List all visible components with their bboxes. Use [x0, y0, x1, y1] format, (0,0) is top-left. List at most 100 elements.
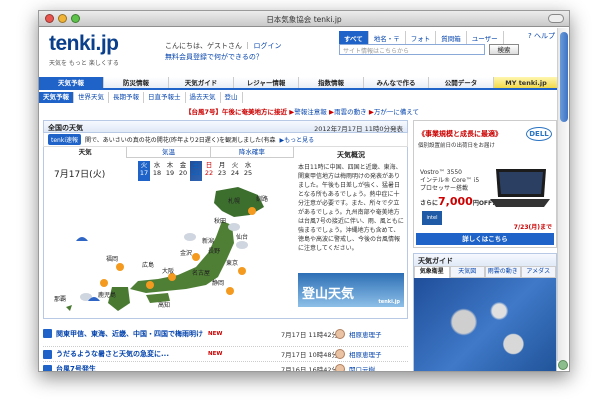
- tab-satellite[interactable]: 気象衛星: [414, 266, 450, 278]
- login-link[interactable]: ログイン: [253, 42, 281, 50]
- ad-cpu: インテル® Core™ i5: [420, 177, 480, 184]
- subnav-forecaster[interactable]: 日直予報士: [144, 92, 186, 103]
- tab-weather[interactable]: 天気: [44, 147, 128, 158]
- article-title[interactable]: 関東甲信、東海、近畿、中国・四国で梅雨明け: [56, 329, 206, 339]
- subnav-world[interactable]: 世界天気: [74, 92, 109, 103]
- city-label: 大阪: [162, 267, 174, 275]
- tab-precipitation[interactable]: 降水確率: [210, 147, 294, 158]
- toolbar-toggle-button[interactable]: [548, 14, 564, 23]
- intel-badge: intel: [422, 211, 442, 225]
- ad-price: さらに7,000円OFF!: [420, 195, 495, 208]
- alert-label: 【台風7号】午後に奄美地方に接近: [185, 108, 288, 116]
- city-label: 鹿児島: [98, 291, 116, 299]
- ad-deadline: 7/23(月)まで: [513, 224, 552, 231]
- ad-details-button[interactable]: 詳しくはこちら: [416, 233, 554, 245]
- nav-index[interactable]: 指数情報: [299, 77, 364, 88]
- weather-panel: 天気 気温 降水確率 7月17日(火) 火 17 水 18 木 19 金 20 土 21 …: [43, 147, 408, 319]
- author-name[interactable]: 相原恵理子: [349, 349, 382, 359]
- subnav-longrange[interactable]: 長期予報: [109, 92, 144, 103]
- main-column: 全国の天気 2012年7月17日 11時0分発表 tenki速報 関で、あいさい…: [43, 120, 408, 371]
- nav-disaster[interactable]: 防災情報: [104, 77, 169, 88]
- author-avatar: [335, 328, 345, 339]
- article-title[interactable]: 台風7号発生: [56, 364, 206, 371]
- nav-community[interactable]: みんなで作る: [364, 77, 429, 88]
- nav-forecast[interactable]: 天気予報: [39, 77, 104, 88]
- search-tab-all[interactable]: すべて: [339, 31, 369, 45]
- search-tab-qa[interactable]: 質問箱: [436, 31, 467, 45]
- new-badge: NEW: [208, 330, 223, 337]
- subnav-forecast[interactable]: 天気予報: [39, 92, 74, 103]
- news-ticker: tenki速報 関で、あいさいの真の花の開花(昨年より2日遅く)を観測しました(…: [43, 133, 408, 147]
- dell-ad[interactable]: 《事業規模と成長に最適》 個別設置前日の出荷日をお届け DELL Vostro™…: [413, 120, 557, 248]
- weather-guide: 天気ガイド 気象衛星 天気図 雨雲の動き アメダス: [413, 253, 557, 371]
- typhoon-alert: 【台風7号】午後に奄美地方に接近 ▶警報注意報 ▶雨雲の動き ▶万が一に備えて: [185, 108, 420, 116]
- climbing-banner-brand: tenki.jp: [378, 299, 400, 305]
- city-label: 福岡: [106, 255, 118, 263]
- resize-handle[interactable]: [558, 360, 568, 370]
- alert-link-prepare[interactable]: 万が一に備えて: [374, 108, 419, 116]
- news-badge: tenki速報: [48, 134, 81, 145]
- article-title[interactable]: うだるような暑さと天気の急変に...: [56, 349, 206, 359]
- guide-tabs: 気象衛星 天気図 雨雲の動き アメダス: [414, 266, 556, 278]
- climbing-banner[interactable]: 登山天気 tenki.jp: [298, 273, 404, 307]
- tab-weather-chart[interactable]: 天気図: [449, 266, 485, 278]
- city-label: 金沢: [180, 249, 192, 257]
- alert-link-warnings[interactable]: 警報注意報: [294, 108, 327, 116]
- day-25-dow: 水: [244, 161, 252, 169]
- sun-icon: [192, 253, 200, 261]
- sun-icon: [238, 267, 246, 275]
- day-24-num: 24: [230, 169, 240, 177]
- vertical-scrollbar[interactable]: [557, 28, 569, 361]
- nav-public-data[interactable]: 公開データ: [429, 77, 494, 88]
- selected-date: 7月17日(火): [54, 170, 106, 180]
- sun-icon: [116, 263, 124, 271]
- umbrella-icon: [76, 237, 88, 241]
- ad-subtitle: 個別設置前日の出荷日をお届け: [418, 143, 496, 149]
- scrollbar-thumb[interactable]: [560, 32, 568, 122]
- author-name[interactable]: 相原恵理子: [349, 329, 382, 339]
- search-button[interactable]: 検索: [489, 44, 519, 55]
- day-21-dow: 土: [192, 161, 200, 169]
- tagline: 天気を もっと 楽しくする: [49, 60, 119, 67]
- city-label: 那覇: [54, 295, 66, 303]
- day-19-dow: 木: [166, 161, 174, 169]
- search-input[interactable]: サイト情報はこちらから: [339, 44, 485, 55]
- site-logo[interactable]: tenki.jp: [49, 32, 119, 56]
- help-link[interactable]: ? ヘルプ: [528, 31, 555, 41]
- list-item[interactable]: 台風7号発生 7月16日 16時42分 関口元樹: [43, 362, 408, 371]
- list-item[interactable]: うだるような暑さと天気の急変に... NEW 7月17日 10時48分 相原恵理…: [43, 347, 408, 362]
- main-nav: 天気予報 防災情報 天気ガイド レジャー情報 指数情報 みんなで作る 公開データ…: [39, 77, 559, 90]
- ad-cpu2: プロセッサー搭載: [420, 185, 469, 192]
- city-label: 仙台: [236, 233, 248, 241]
- subnav-past[interactable]: 過去天気: [186, 92, 221, 103]
- news-more-label: もっと見る: [284, 137, 315, 144]
- search-tab-user[interactable]: ユーザー: [467, 31, 504, 45]
- weather-box-header: 全国の天気 2012年7月17日 11時0分発表: [43, 120, 408, 133]
- author-name[interactable]: 関口元樹: [349, 364, 375, 371]
- greeting-text: こんにちは、ゲストさん: [165, 42, 242, 50]
- tab-rain-cloud[interactable]: 雨雲の動き: [485, 266, 521, 278]
- help-icon: ?: [528, 32, 532, 40]
- nav-my-tenki[interactable]: MY tenki.jp: [494, 77, 559, 88]
- window-title: 日本気象協会 tenki.jp: [266, 15, 342, 24]
- satellite-image[interactable]: [414, 278, 556, 371]
- list-item[interactable]: 関東甲信、東海、近畿、中国・四国で梅雨明け NEW 7月17日 11時42分 相…: [43, 321, 408, 347]
- nav-guide[interactable]: 天気ガイド: [169, 77, 234, 88]
- alert-link-rain[interactable]: 雨雲の動き: [334, 108, 367, 116]
- weather-summary: 天気概況 本日11時に中国、四国と近畿、東海、関東甲信地方は梅雨明けの発表があり…: [296, 147, 406, 319]
- nav-leisure[interactable]: レジャー情報: [234, 77, 299, 88]
- city-label: 広島: [142, 261, 154, 269]
- search-tab-place[interactable]: 地名・〒: [369, 31, 406, 45]
- japan-weather-map[interactable]: 札幌 釧路 秋田 仙台 新潟 金沢 東京 名古屋 大阪 広島 福岡 鹿児島 那覇…: [46, 181, 292, 317]
- day-25-num: 25: [243, 169, 253, 177]
- tab-temperature[interactable]: 気温: [127, 147, 211, 158]
- news-text[interactable]: 関で、あいさいの真の花の開花(昨年より2日遅く)を観測しました(有森: [85, 135, 275, 144]
- register-link[interactable]: 無料会員登録で何ができるの？: [165, 52, 263, 62]
- city-label: 東京: [226, 259, 238, 267]
- tab-amedas[interactable]: アメダス: [520, 266, 556, 278]
- guide-title: 天気ガイド: [414, 254, 556, 266]
- news-more-link[interactable]: ▶もっと見る: [279, 135, 314, 144]
- subnav-climbing[interactable]: 登山: [221, 92, 243, 103]
- search-tab-photo[interactable]: フォト: [406, 31, 437, 45]
- author-avatar: [335, 364, 345, 371]
